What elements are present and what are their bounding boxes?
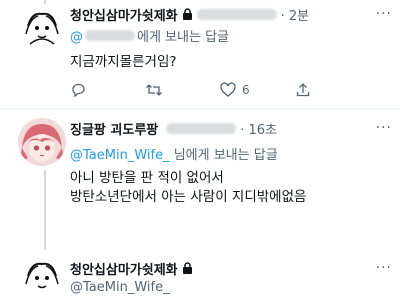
display-name[interactable]: 청안십삼마가쉿제화: [70, 259, 178, 278]
divider: [0, 108, 400, 109]
tweet-header: 징글팡 괴도루팡 · 16초 ···: [70, 118, 392, 138]
display-name[interactable]: 청안십삼마가쉿제화: [70, 5, 178, 24]
avatar[interactable]: [18, 118, 66, 166]
tweet-header: 청안십삼마가쉿제화 ···: [70, 258, 392, 278]
avatar[interactable]: [18, 4, 66, 52]
tweet-3[interactable]: 청안십삼마가쉿제화 ··· @TaeMin_Wife_: [0, 250, 400, 302]
tweet-2[interactable]: 징글팡 괴도루팡 · 16초 ··· @TaeMin_Wife_ 님에게 보내는…: [0, 110, 400, 240]
reply-to-line: @TaeMin_Wife_ 님에게 보내는 답글: [70, 144, 392, 163]
reply-mention[interactable]: @TaeMin_Wife_: [70, 148, 170, 163]
tweet-1[interactable]: 청안십삼마가쉿제화 · 2분 ··· @ 에게 보내는 답글 지금까지몰른거임? …: [0, 0, 400, 110]
retweet-icon: [146, 84, 162, 96]
more-options-icon[interactable]: ···: [376, 260, 392, 276]
timestamp[interactable]: · 16초: [240, 119, 277, 138]
redacted-handle: [166, 122, 237, 134]
tweet-text: 지금까지몰른거임?: [70, 54, 177, 70]
reply-button[interactable]: [70, 82, 145, 98]
reply-mention[interactable]: @: [70, 30, 83, 45]
lock-icon: [182, 8, 192, 20]
more-options-icon[interactable]: ···: [376, 120, 392, 136]
heart-icon: [220, 82, 236, 97]
reply-suffix: 에게 보내는 답글: [137, 30, 229, 45]
user-handle[interactable]: @TaeMin_Wife_: [70, 280, 392, 295]
reply-icon: [72, 83, 85, 98]
sketch-avatar-icon: [19, 255, 65, 301]
retweet-button[interactable]: [145, 82, 220, 98]
anime-avatar-icon: [18, 118, 66, 166]
display-name[interactable]: 징글팡 괴도루팡: [70, 119, 158, 138]
reply-to-line: @ 에게 보내는 답글: [70, 26, 392, 45]
timestamp[interactable]: · 2분: [281, 5, 310, 24]
tweet-text: 아니 방탄을 판 적이 없어서 방탄소년단에서 아는 사람이 지디밖에없음: [70, 169, 392, 207]
share-button[interactable]: [295, 82, 370, 98]
sketch-avatar-icon: [19, 5, 65, 51]
like-count: 6: [242, 83, 250, 97]
reply-suffix: 님에게 보내는 답글: [169, 148, 278, 163]
tweet-header: 청안십삼마가쉿제화 · 2분 ···: [70, 4, 392, 24]
avatar[interactable]: [18, 254, 66, 302]
tweet-actions: 6: [70, 82, 370, 98]
redacted-mention: [85, 30, 135, 41]
tweet-text-line-1: 아니 방탄을 판 적이 없어서: [70, 170, 224, 186]
lock-icon: [182, 262, 192, 274]
more-options-icon[interactable]: ···: [376, 6, 392, 22]
like-button[interactable]: 6: [220, 82, 295, 98]
share-icon: [296, 83, 310, 97]
redacted-handle: [196, 8, 277, 20]
tweet-text-line-2: 방탄소년단에서 아는 사람이 지디밖에없음: [70, 189, 307, 205]
